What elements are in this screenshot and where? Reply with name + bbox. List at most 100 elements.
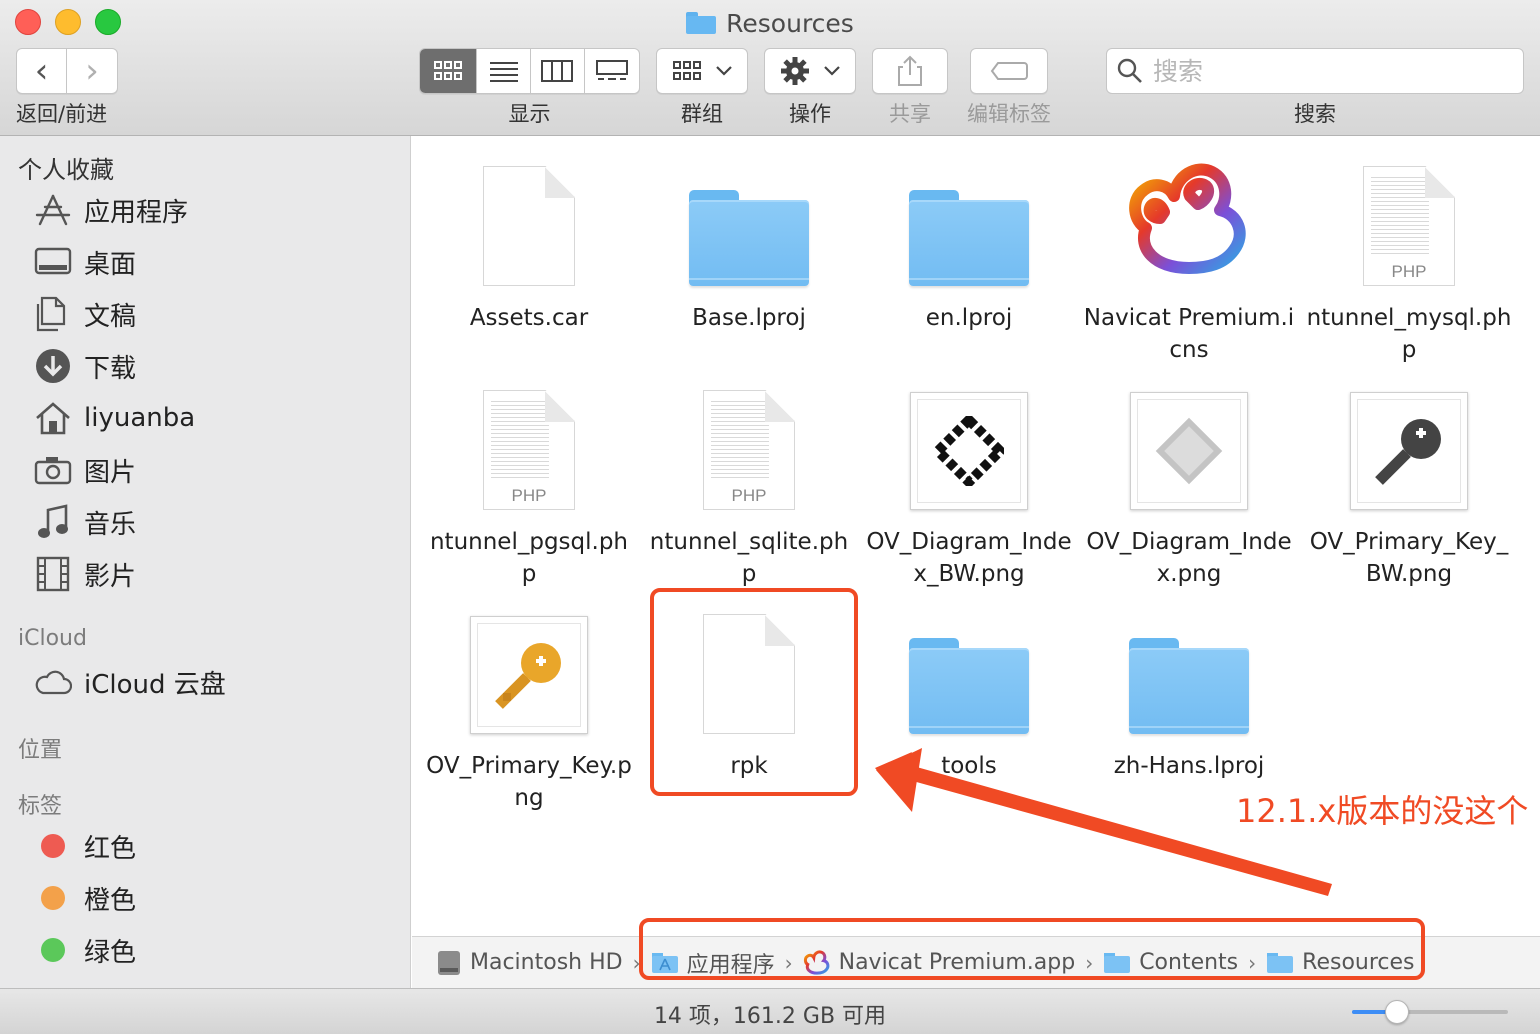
window-title-text: Resources <box>726 8 854 38</box>
php-file-icon: PHP <box>703 390 795 510</box>
share-icon <box>898 55 922 86</box>
sidebar-item-label: 文稿 <box>84 301 137 332</box>
group-grid-icon <box>673 61 701 80</box>
php-file-icon: PHP <box>483 390 575 510</box>
file-item[interactable]: Base.lproj <box>639 136 859 334</box>
sidebar-tag-orange[interactable]: 橙色 <box>34 876 136 920</box>
sidebar-item-applications[interactable]: 应用程序 <box>34 188 188 232</box>
file-item[interactable]: OV_Primary_Key.png <box>419 584 639 814</box>
file-item[interactable]: Navicat Premium.icns <box>1079 136 1299 366</box>
sidebar-item-label: liyuanba <box>84 403 196 433</box>
share-button[interactable] <box>872 48 948 94</box>
chevron-down-icon <box>716 66 732 76</box>
search-field[interactable] <box>1106 48 1524 94</box>
diagram-bw-thumbnail-icon <box>910 392 1028 510</box>
gallery-icon <box>595 60 628 80</box>
favorites-header: 个人收藏 <box>18 156 114 184</box>
edit-tags-label: 编辑标签 <box>967 102 1051 126</box>
file-item[interactable]: tools <box>859 584 1079 782</box>
icloud-header: iCloud <box>18 626 87 651</box>
sidebar-tag-red[interactable]: 红色 <box>34 824 136 868</box>
home-icon <box>34 399 72 437</box>
tags-header: 标签 <box>18 794 63 819</box>
window-title: Resources <box>0 6 1540 40</box>
navicat-icon <box>1129 163 1246 274</box>
nav-label: 返回/前进 <box>16 102 108 126</box>
sidebar-item-downloads[interactable]: 下载 <box>34 344 136 388</box>
file-name: ntunnel_sqlite.php <box>649 529 849 587</box>
chevron-right-icon: › <box>85 51 99 91</box>
path-highlight-box <box>639 918 1425 980</box>
icon-view-button[interactable] <box>420 49 478 93</box>
file-item[interactable]: Assets.car <box>419 136 639 334</box>
sidebar-item-documents[interactable]: 文稿 <box>34 292 136 336</box>
sidebar-item-label: iCloud 云盘 <box>84 669 226 700</box>
view-mode-control <box>419 48 640 94</box>
locations-header: 位置 <box>18 738 63 763</box>
hard-drive-icon <box>438 950 460 975</box>
desktop-icon <box>34 243 72 281</box>
action-label: 操作 <box>789 102 831 126</box>
status-text: 14 项，161.2 GB 可用 <box>653 1004 887 1029</box>
sidebar-item-label: 影片 <box>84 561 137 592</box>
toolbar: Resources ‹ › 返回/前进 显示 群组 操作 共享 编辑标签 搜索 … <box>0 0 1540 136</box>
tag-icon <box>990 62 1028 80</box>
file-name: Navicat Premium.icns <box>1083 305 1295 363</box>
file-item[interactable]: OV_Diagram_Index.png <box>1079 360 1299 590</box>
file-name: OV_Diagram_Index.png <box>1086 529 1292 587</box>
share-label: 共享 <box>889 102 931 126</box>
sidebar-item-label: 应用程序 <box>84 197 189 228</box>
view-label: 显示 <box>508 102 551 126</box>
orange-tag-dot-icon <box>34 879 72 917</box>
sidebar-item-icloud-drive[interactable]: iCloud 云盘 <box>34 660 226 704</box>
path-crumb-macintosh-hd[interactable]: Macintosh HD <box>436 949 623 977</box>
sidebar-item-pictures[interactable]: 图片 <box>34 448 136 492</box>
camera-icon <box>34 451 72 489</box>
file-name: ntunnel_mysql.php <box>1306 305 1512 363</box>
icon-grid-icon <box>434 61 463 80</box>
file-item[interactable]: OV_Diagram_Index_BW.png <box>859 360 1079 590</box>
diagram-thumbnail-icon <box>1130 392 1248 510</box>
sidebar-tag-green[interactable]: 绿色 <box>34 928 136 972</box>
sidebar-item-label: 绿色 <box>84 937 137 968</box>
gallery-view-button[interactable] <box>585 49 639 93</box>
group-button[interactable] <box>656 48 748 94</box>
action-button[interactable] <box>764 48 856 94</box>
forward-button[interactable]: › <box>67 49 117 93</box>
file-item[interactable]: PHP ntunnel_sqlite.php <box>639 360 859 590</box>
film-icon <box>34 555 72 593</box>
column-view-button[interactable] <box>531 49 585 93</box>
sidebar-item-home[interactable]: liyuanba <box>34 396 195 440</box>
file-name: OV_Diagram_Index_BW.png <box>866 529 1072 587</box>
key-thumbnail-icon <box>470 616 588 734</box>
sidebar-item-label: 下载 <box>84 353 137 384</box>
sidebar-item-music[interactable]: 音乐 <box>34 500 136 544</box>
edit-tags-button[interactable] <box>970 48 1048 94</box>
file-item[interactable]: zh-Hans.lproj <box>1079 584 1299 782</box>
columns-icon <box>541 60 574 82</box>
list-icon <box>489 62 518 82</box>
search-label: 搜索 <box>1294 102 1336 126</box>
sidebar: 个人收藏 应用程序 桌面 文稿 下载 liyuanba 图片 音乐 影片 iCl… <box>0 136 411 988</box>
group-label: 群组 <box>681 102 723 126</box>
folder-icon <box>909 190 1029 286</box>
list-view-button[interactable] <box>477 49 531 93</box>
icon-size-slider[interactable] <box>1352 1000 1508 1024</box>
sidebar-item-desktop[interactable]: 桌面 <box>34 240 136 284</box>
key-bw-thumbnail-icon <box>1350 392 1468 510</box>
rpk-highlight-box <box>650 588 858 796</box>
slider-knob[interactable] <box>1385 1000 1409 1024</box>
file-item[interactable]: en.lproj <box>859 136 1079 334</box>
file-item[interactable]: PHP ntunnel_mysql.php <box>1299 136 1519 366</box>
sidebar-item-label: 橙色 <box>84 885 137 916</box>
file-item[interactable]: PHP ntunnel_pgsql.php <box>419 360 639 590</box>
music-note-icon <box>34 503 72 541</box>
sidebar-item-label: 音乐 <box>84 509 137 540</box>
sidebar-item-movies[interactable]: 影片 <box>34 552 136 596</box>
file-item[interactable]: OV_Primary_Key_BW.png <box>1299 360 1519 590</box>
php-file-icon: PHP <box>1363 166 1455 286</box>
sidebar-item-label: 桌面 <box>84 249 137 280</box>
back-button[interactable]: ‹ <box>17 49 68 93</box>
folder-icon <box>686 12 717 34</box>
search-input[interactable] <box>1153 56 1493 86</box>
